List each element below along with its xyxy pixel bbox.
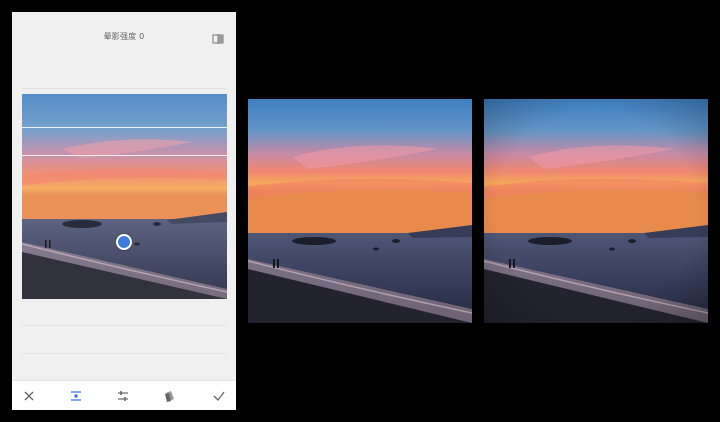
sunset-photo [22, 94, 227, 299]
guide-line [22, 325, 226, 326]
top-bar: 晕影强度 0 [12, 12, 236, 60]
sunset-photo [248, 99, 472, 323]
editor-panel: 晕影强度 0 [12, 12, 236, 410]
vignette-guide-line [22, 127, 227, 128]
bottom-toolbar [12, 380, 236, 410]
check-icon[interactable] [209, 386, 229, 406]
vignette-guide-line [22, 155, 227, 156]
adjustment-title: 晕影强度 0 [103, 32, 145, 41]
vignette-center-handle[interactable] [116, 234, 132, 250]
close-icon[interactable] [19, 386, 39, 406]
guide-line [22, 88, 226, 89]
stack-icon[interactable] [160, 386, 180, 406]
sunset-photo [484, 99, 708, 323]
vignette-center-icon[interactable] [66, 386, 86, 406]
sliders-icon[interactable] [113, 386, 133, 406]
guide-line [22, 353, 226, 354]
photo-canvas[interactable] [22, 94, 227, 299]
preview-image-before [248, 99, 472, 323]
canvas-area[interactable] [12, 82, 236, 392]
preview-image-after [484, 99, 708, 323]
compare-split-icon[interactable] [212, 30, 224, 44]
